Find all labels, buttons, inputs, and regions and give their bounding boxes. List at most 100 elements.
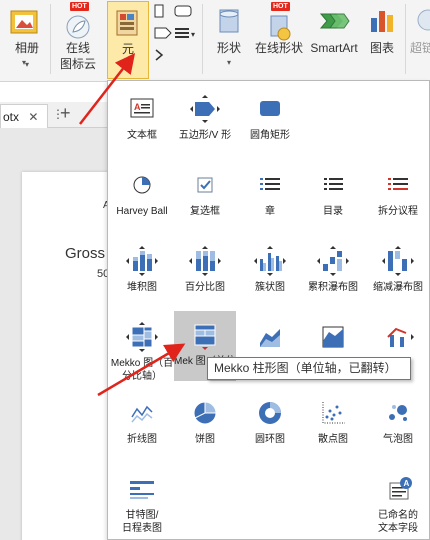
harvey-ball-icon xyxy=(133,176,151,194)
gross-text: Gross xyxy=(65,245,106,262)
add-tab-button[interactable]: + xyxy=(60,103,71,124)
gallery-item-chapter[interactable]: 章 xyxy=(239,161,301,235)
hot-badge-2: HOT xyxy=(271,2,290,11)
gantt-chart-icon xyxy=(130,481,154,499)
gallery-item-line-chart[interactable]: 折线图 xyxy=(111,389,173,463)
svg-text:▾: ▾ xyxy=(191,30,195,39)
text-box-icon: A xyxy=(130,98,154,118)
bubble-chart-icon xyxy=(389,405,407,421)
gallery-label: 文本框 xyxy=(127,130,157,141)
gallery-label: 章 xyxy=(265,206,275,217)
reduced-waterfall-icon xyxy=(382,246,414,276)
shapes-label: 形状 xyxy=(216,41,241,55)
ribbon-online-shapes-button[interactable]: HOT 在线形状 xyxy=(252,0,306,80)
leaf-cloud-icon xyxy=(66,15,90,39)
small-shapes-group: ▾ xyxy=(152,4,198,74)
gallery-label: 圆环图 xyxy=(255,434,285,445)
gallery-item-mekko-percent[interactable]: Mekko 图（百分比轴） xyxy=(111,313,173,387)
checkbox-icon xyxy=(197,177,213,193)
tooltip: Mekko 柱形图（单位轴，已翻转） xyxy=(207,357,411,380)
chart-icon xyxy=(371,11,393,32)
online-shapes-icon xyxy=(270,15,291,41)
pie-chart-icon xyxy=(193,401,217,425)
hyperlink-label: 超链 xyxy=(410,41,430,55)
gallery-label: 目录 xyxy=(323,206,343,217)
document-tab-label: otx xyxy=(3,110,20,124)
gallery-item-bubble-chart[interactable]: 气泡图 xyxy=(367,389,429,463)
gallery-label: 圆角矩形 xyxy=(250,130,290,141)
chevron-small-icon[interactable] xyxy=(154,48,174,62)
ribbon: ▾ 相册 ▾ HOT 在线 图标云 元 ▾ ▾ 形状 ▾ HOT 在线形状 Sm… xyxy=(0,0,430,82)
chapter-list-icon xyxy=(260,178,280,190)
rectangle-small-icon[interactable] xyxy=(154,4,174,18)
mekko-percent-icon xyxy=(126,322,158,352)
area-chart-icon xyxy=(260,329,280,347)
svg-text:A: A xyxy=(404,479,410,488)
gallery-label: 甘特图/ 日程表图 xyxy=(122,510,162,534)
gallery-label: 饼图 xyxy=(195,434,215,445)
split-agenda-icon xyxy=(388,178,408,190)
gallery-item-toc[interactable]: 目录 xyxy=(302,161,364,235)
document-tabs: otx ✕ ⋮ + xyxy=(0,102,108,128)
document-tab[interactable]: otx ✕ xyxy=(0,104,48,128)
element-label: 元 xyxy=(121,42,134,56)
list-small-icon[interactable]: ▾ xyxy=(174,26,198,40)
ribbon-album-button[interactable]: 相册 ▾ xyxy=(8,0,46,80)
rounded-rect-small-icon[interactable] xyxy=(174,4,194,18)
gallery-item-percent-chart[interactable]: 百分比图 xyxy=(174,237,236,311)
gallery-label: 五边形/V 形 xyxy=(178,130,232,141)
icon-cloud-label: 图标云 xyxy=(59,57,96,71)
cumulative-waterfall-icon xyxy=(317,246,349,276)
album-label: 相册 xyxy=(14,41,39,55)
gallery-item-clustered-chart[interactable]: 簇状图 xyxy=(239,237,301,311)
rounded-rectangle-icon xyxy=(260,101,280,116)
gallery-item-reduced-waterfall[interactable]: 缩减瀑布图 xyxy=(367,237,429,311)
gallery-item-gantt-chart[interactable]: 甘特图/ 日程表图 xyxy=(111,465,173,540)
gallery-label: Harvey Ball xyxy=(116,206,168,217)
gallery-item-rounded-rect[interactable]: 圆角矩形 xyxy=(239,85,301,159)
gallery-item-split-agenda[interactable]: 拆分议程 xyxy=(367,161,429,235)
gallery-label: 气泡图 xyxy=(383,434,413,445)
ribbon-online-icons-button[interactable]: HOT 在线 图标云 xyxy=(54,0,102,80)
close-icon[interactable]: ✕ xyxy=(28,110,38,124)
gallery-label: 百分比图 xyxy=(185,282,225,293)
named-text-field-icon: A xyxy=(389,477,412,500)
gallery-label: 折线图 xyxy=(127,434,157,445)
gallery-label: 复选框 xyxy=(190,206,220,217)
area-chart-2-icon xyxy=(322,326,344,348)
smartart-label: SmartArt xyxy=(310,41,358,55)
toc-icon xyxy=(324,178,343,190)
gallery-item-pentagon[interactable]: 五边形/V 形 xyxy=(174,85,236,159)
shapes-icon xyxy=(219,9,239,33)
gallery-item-scatter-chart[interactable]: 散点图 xyxy=(302,389,364,463)
ribbon-shapes-button[interactable]: 形状 ▾ xyxy=(208,0,250,80)
line-chart-icon xyxy=(131,405,153,423)
ribbon-hyperlink-button[interactable]: 超链 xyxy=(410,0,430,80)
element-icon xyxy=(116,10,138,36)
doughnut-chart-icon xyxy=(259,402,281,424)
gallery-item-harvey-ball[interactable]: Harvey Ball xyxy=(111,161,173,235)
svg-text:A: A xyxy=(134,102,141,112)
ribbon-chart-button[interactable]: 图表 xyxy=(363,0,401,80)
hot-badge: HOT xyxy=(70,2,89,11)
globe-link-icon xyxy=(417,9,430,31)
gallery-label: 已命名的 文本字段 xyxy=(378,510,418,534)
percent-chart-icon xyxy=(189,246,221,276)
gallery-label: 堆积图 xyxy=(127,282,157,293)
gallery-label: Mekko 图（百分比轴） xyxy=(110,358,174,382)
gallery-item-doughnut-chart[interactable]: 圆环图 xyxy=(239,389,301,463)
gallery-item-cumulative-waterfall[interactable]: 累积瀑布图 xyxy=(302,237,364,311)
mekko-column-icon xyxy=(194,324,216,350)
gallery-label: 缩减瀑布图 xyxy=(373,282,423,293)
gallery-item-text-box[interactable]: A 文本框 xyxy=(111,85,173,159)
ribbon-smartart-button[interactable]: SmartArt xyxy=(306,0,362,80)
gallery-item-checkbox[interactable]: 复选框 xyxy=(174,161,236,235)
gallery-item-stacked-chart[interactable]: 堆积图 xyxy=(111,237,173,311)
gallery-item-named-text-field[interactable]: A 已命名的 文本字段 xyxy=(367,465,429,540)
gallery-item-pie-chart[interactable]: 饼图 xyxy=(174,389,236,463)
ribbon-element-button[interactable]: 元 ▾ xyxy=(107,1,149,79)
gallery-label: 拆分议程 xyxy=(378,206,418,217)
element-gallery: A 文本框 五边形/V 形 圆角矩形 Harvey Ball 复选框 章 目录 … xyxy=(107,80,430,540)
pentagon-small-icon[interactable] xyxy=(154,26,174,40)
online-label: 在线 xyxy=(65,41,90,55)
